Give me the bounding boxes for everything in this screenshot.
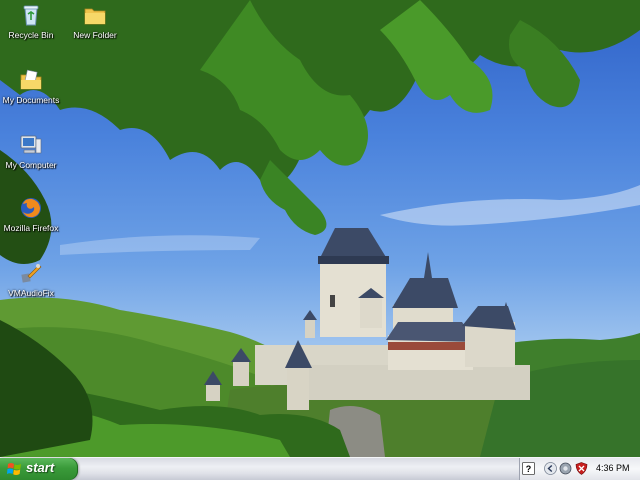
folder-icon (84, 8, 106, 25)
system-tray: ? 4:36 PM (519, 458, 640, 480)
clock[interactable]: 4:36 PM (596, 463, 630, 473)
taskbar: start ? 4:36 PM (0, 457, 640, 480)
start-button[interactable]: start (0, 458, 78, 480)
expand-tray-arrow-icon[interactable] (544, 462, 557, 475)
my-documents-label: My Documents (2, 95, 60, 105)
wallpaper (0, 0, 640, 457)
security-shield-icon[interactable] (575, 462, 588, 475)
start-label: start (26, 460, 55, 475)
network-icon[interactable] (559, 462, 572, 475)
computer-icon (20, 135, 42, 154)
recycle-bin-glyph-icon (23, 5, 39, 26)
my-computer-label: My Computer (5, 160, 57, 170)
my-documents-icon[interactable]: My Documents (0, 68, 69, 105)
desktop[interactable]: Recycle Bin New Folder My Documents My C… (0, 0, 640, 457)
vmaudiofix-icon[interactable]: VMAudioFix (0, 261, 69, 298)
mozilla-firefox-icon[interactable]: Mozilla Firefox (0, 196, 69, 233)
new-folder-icon[interactable]: New Folder (57, 3, 133, 40)
firefox-icon (21, 198, 41, 218)
tool-icon (21, 264, 42, 283)
svg-text:?: ? (526, 464, 532, 474)
windows-logo-icon (7, 463, 21, 475)
vmaudiofix-label: VMAudioFix (8, 288, 54, 298)
help-icon[interactable]: ? (522, 462, 535, 475)
my-computer-icon[interactable]: My Computer (0, 133, 69, 170)
mozilla-firefox-label: Mozilla Firefox (3, 223, 59, 233)
taskbar-buttons-area[interactable] (80, 460, 520, 478)
documents-folder-icon (20, 69, 42, 90)
new-folder-label: New Folder (73, 30, 117, 40)
